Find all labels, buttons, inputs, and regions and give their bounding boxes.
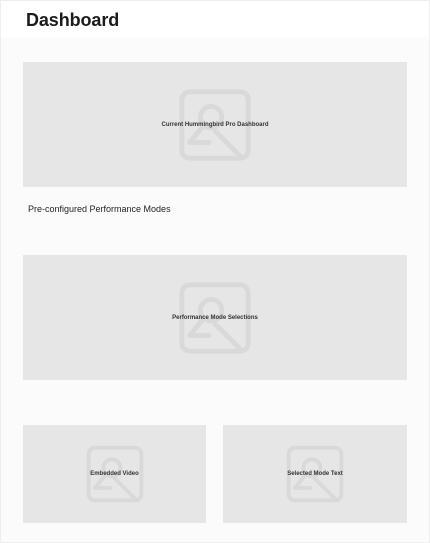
- embedded-video-label: Embedded Video: [90, 471, 139, 477]
- performance-modes-image-label: Performance Mode Selections: [172, 314, 258, 321]
- selected-mode-text-label: Selected Mode Text: [287, 471, 343, 477]
- performance-modes-heading: Pre-configured Performance Modes: [28, 204, 171, 214]
- header: Dashboard: [1, 1, 429, 37]
- page-title: Dashboard: [26, 10, 120, 30]
- dashboard-image-placeholder: Current Hummingbird Pro Dashboard: [23, 62, 407, 187]
- selected-mode-text-placeholder: Selected Mode Text: [223, 425, 407, 523]
- embedded-video-placeholder[interactable]: Embedded Video: [23, 425, 206, 523]
- page: Dashboard Current Hummingbird Pro Dashbo…: [0, 0, 430, 543]
- performance-modes-image-placeholder: Performance Mode Selections: [23, 255, 407, 380]
- dashboard-image-label: Current Hummingbird Pro Dashboard: [161, 121, 269, 128]
